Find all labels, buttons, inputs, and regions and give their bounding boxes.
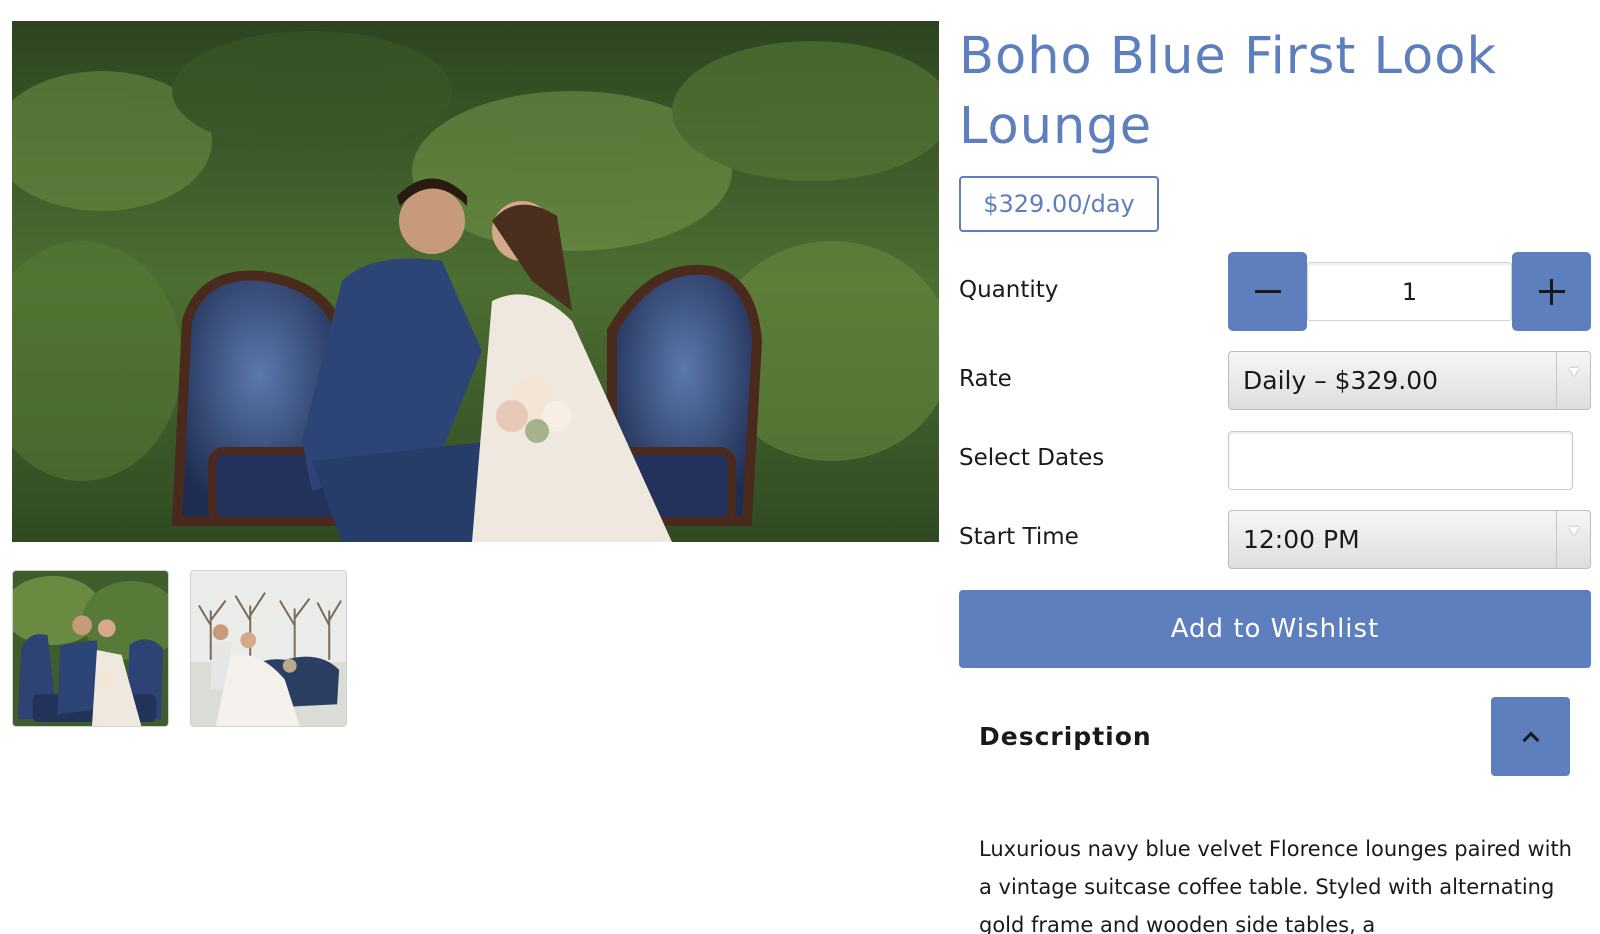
rate-label: Rate — [959, 366, 1012, 392]
chevron-down-icon — [1556, 352, 1590, 409]
quantity-increment-button[interactable] — [1512, 252, 1591, 331]
rate-select-value: Daily – $329.00 — [1243, 366, 1439, 395]
description-collapse-button[interactable] — [1491, 697, 1570, 776]
start-time-select[interactable]: 12:00 PM — [1228, 510, 1591, 569]
rate-select[interactable]: Daily – $329.00 — [1228, 351, 1591, 410]
chevron-down-icon — [1556, 511, 1590, 568]
product-title: Boho Blue First Look Lounge — [959, 27, 1497, 156]
quantity-decrement-button[interactable] — [1228, 252, 1307, 331]
chevron-up-icon — [1522, 731, 1539, 748]
description-text: Luxurious navy blue velvet Florence loun… — [979, 837, 1572, 934]
main-photo-graphic — [12, 21, 939, 542]
minus-icon — [1254, 290, 1281, 293]
thumbnail-1-graphic — [13, 571, 168, 726]
add-to-wishlist-button[interactable]: Add to Wishlist — [959, 590, 1591, 668]
select-dates-label: Select Dates — [959, 445, 1105, 471]
thumbnail-2[interactable] — [190, 570, 347, 727]
thumbnail-2-graphic — [191, 571, 346, 726]
select-dates-input[interactable] — [1228, 431, 1573, 490]
plus-icon — [1538, 278, 1565, 305]
price-badge: $329.00/day — [959, 176, 1159, 232]
thumbnail-1[interactable] — [12, 570, 169, 727]
main-product-image[interactable] — [12, 21, 939, 542]
description-heading: Description — [979, 722, 1152, 751]
start-time-select-value: 12:00 PM — [1243, 525, 1360, 554]
quantity-label: Quantity — [959, 277, 1059, 303]
start-time-label: Start Time — [959, 524, 1079, 550]
quantity-input[interactable]: 1 — [1307, 262, 1512, 321]
